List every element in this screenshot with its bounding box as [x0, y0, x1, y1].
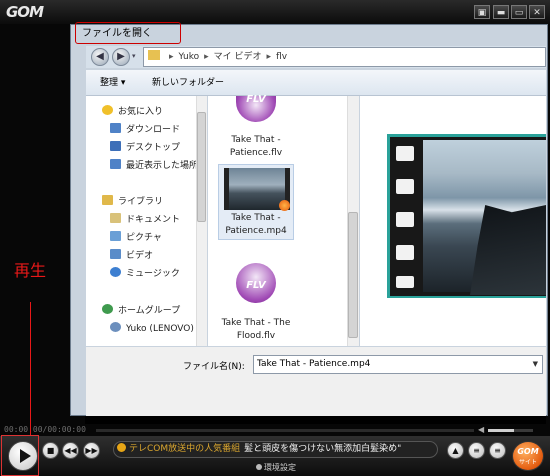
- film-sprocket: [396, 146, 414, 161]
- file-item-patience-mp4[interactable]: Take That - Patience.mp4: [218, 212, 294, 238]
- history-dropdown-icon[interactable]: ▾: [132, 52, 136, 60]
- nav-item-recent-places[interactable]: 最近表示した場所: [110, 158, 198, 174]
- dialog-title: ファイルを開く: [75, 22, 181, 44]
- nav-item-favorites[interactable]: お気に入り: [102, 104, 163, 120]
- address-box[interactable]: ▸ Yuko ▸ マイ ビデオ ▸ flv: [143, 47, 546, 67]
- breadcrumb-flv[interactable]: flv: [276, 52, 287, 62]
- filename-label: ファイル名(N):: [183, 362, 245, 372]
- folder-icon: [148, 50, 160, 60]
- forward-button[interactable]: ▶: [112, 48, 130, 66]
- film-sprocket: [396, 212, 414, 227]
- dialog-toolbar: 整理 ▾ 新しいフォルダー: [86, 70, 546, 96]
- nav-item-music[interactable]: ミュージック: [110, 266, 180, 282]
- film-sprocket: [396, 179, 414, 194]
- annotation-label: 再生: [14, 261, 47, 280]
- flv-icon: FLV: [236, 263, 276, 303]
- annotation-arrow-line: [30, 302, 31, 435]
- videos-icon: [110, 249, 121, 259]
- nav-item-homegroup[interactable]: ホームグループ: [102, 303, 180, 319]
- nav-item-videos[interactable]: ビデオ: [110, 248, 153, 264]
- file-list-scroll-thumb[interactable]: [348, 212, 358, 338]
- previous-button[interactable]: ◀◀: [62, 442, 79, 459]
- playlist-button[interactable]: ≡: [468, 442, 485, 459]
- gom-site-button[interactable]: GOM サイト: [512, 441, 544, 471]
- gom-logo: GOM: [6, 3, 44, 21]
- close-button[interactable]: ✕: [529, 5, 545, 19]
- nav-item-pictures[interactable]: ピクチャ: [110, 230, 162, 246]
- nav-item-downloads[interactable]: ダウンロード: [110, 122, 180, 138]
- recent-places-icon: [110, 159, 121, 169]
- maximize-button[interactable]: ▭: [511, 5, 527, 19]
- skin-button[interactable]: ▣: [474, 5, 490, 19]
- library-icon: [102, 195, 113, 205]
- gear-icon: [256, 464, 262, 470]
- organize-button[interactable]: 整理 ▾: [100, 70, 125, 96]
- file-item-the-flood-flv[interactable]: Take That - The Flood.flv: [218, 317, 294, 343]
- desktop-icon: [110, 141, 121, 151]
- filename-input[interactable]: Take That - Patience.mp4 ▼: [253, 355, 543, 374]
- play-button-highlight: [1, 435, 39, 476]
- chevron-down-icon[interactable]: ▼: [533, 356, 538, 373]
- player-badge-icon: [279, 200, 290, 211]
- player-title-bar[interactable]: [0, 0, 550, 24]
- file-item-patience-flv[interactable]: Take That - Patience.flv: [218, 134, 294, 160]
- stop-button[interactable]: ■: [42, 442, 59, 459]
- navigation-scroll-thumb[interactable]: [197, 112, 206, 222]
- nav-item-libraries[interactable]: ライブラリ: [102, 194, 163, 210]
- news-ticker[interactable]: テレCOM放送中の人気番組 髪と頭皮を傷つけない無添加白髪染め": [113, 441, 438, 458]
- pictures-icon: [110, 231, 121, 241]
- settings-link[interactable]: 環境設定: [256, 462, 296, 473]
- minimize-button[interactable]: ▬: [493, 5, 509, 19]
- new-folder-button[interactable]: 新しいフォルダー: [152, 70, 224, 96]
- control-panel-button[interactable]: ≡: [489, 442, 506, 459]
- nav-item-yuko-lenovo[interactable]: Yuko (LENOVO): [110, 321, 194, 337]
- download-folder-icon: [110, 123, 121, 133]
- breadcrumb-yuko[interactable]: Yuko: [179, 52, 200, 62]
- nav-item-documents[interactable]: ドキュメント: [110, 212, 180, 228]
- music-icon: [110, 267, 121, 277]
- navigation-pane: お気に入り ダウンロード デスクトップ 最近表示した場所 ライブラリ ドキュメン…: [86, 96, 198, 346]
- film-sprocket: [396, 276, 414, 288]
- user-icon: [110, 322, 121, 332]
- ticker-dot-icon: [117, 443, 126, 452]
- open-file-button[interactable]: ▲: [447, 442, 464, 459]
- documents-icon: [110, 213, 121, 223]
- volume-slider-fill: [488, 429, 514, 432]
- next-button[interactable]: ▶▶: [83, 442, 100, 459]
- seek-bar[interactable]: [96, 429, 474, 432]
- homegroup-icon: [102, 304, 113, 314]
- star-icon: [102, 105, 113, 115]
- back-button[interactable]: ◀: [91, 48, 109, 66]
- film-sprocket: [396, 245, 414, 260]
- nav-item-desktop[interactable]: デスクトップ: [110, 140, 180, 156]
- breadcrumb-my-videos[interactable]: マイ ビデオ: [214, 52, 262, 62]
- volume-icon[interactable]: ◀: [478, 425, 484, 434]
